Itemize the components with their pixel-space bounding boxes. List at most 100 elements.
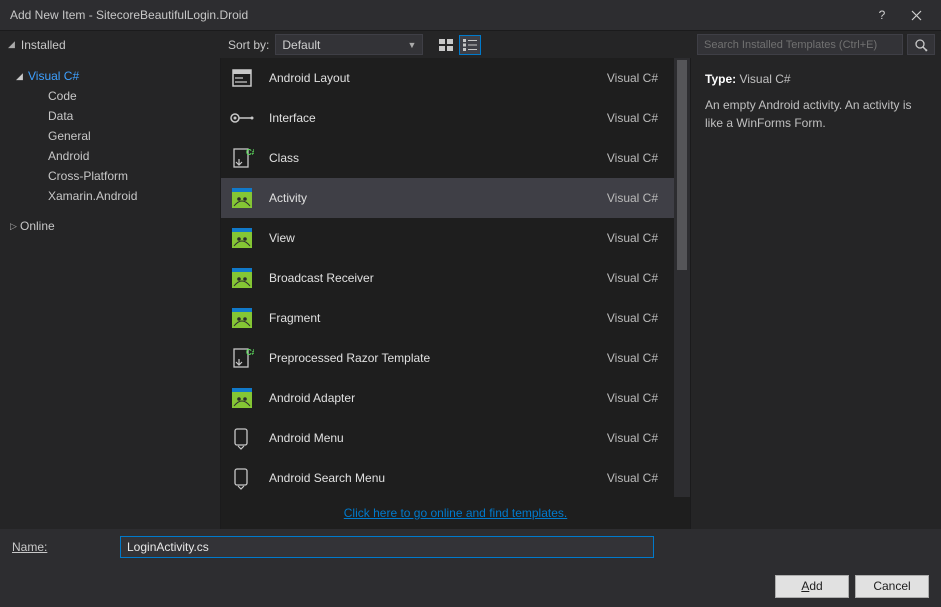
category-tree: ◢ Visual C# Code Data General Android Cr… <box>0 58 220 529</box>
tree-label: Android <box>48 149 89 163</box>
name-row: Name: <box>0 529 941 565</box>
tree-node-data[interactable]: Data <box>0 106 220 126</box>
grid-icon <box>439 39 453 51</box>
category-tab-installed[interactable]: ◢ Installed <box>0 31 220 58</box>
template-language: Visual C# <box>607 191 658 205</box>
view-mode-large-icons[interactable] <box>435 35 457 55</box>
tree-label: Online <box>20 219 55 233</box>
scrollbar-vertical[interactable] <box>674 58 690 497</box>
tree-node-xamarin-android[interactable]: Xamarin.Android <box>0 186 220 206</box>
tree-node-visual-csharp[interactable]: ◢ Visual C# <box>0 66 220 86</box>
type-value: Visual C# <box>739 72 790 86</box>
tree-node-general[interactable]: General <box>0 126 220 146</box>
toolbar: ◢ Installed Sort by: Default ▼ Search In… <box>0 30 941 58</box>
close-button[interactable] <box>899 2 933 28</box>
svg-text:C#: C# <box>246 148 254 157</box>
details-pane: Type: Visual C# An empty Android activit… <box>691 58 941 529</box>
android-icon <box>229 265 255 291</box>
tree-node-android[interactable]: Android <box>0 146 220 166</box>
template-name: Broadcast Receiver <box>269 271 593 285</box>
template-name: Android Adapter <box>269 391 593 405</box>
interface-icon <box>229 105 255 131</box>
details-type: Type: Visual C# <box>705 70 927 88</box>
template-item[interactable]: FragmentVisual C# <box>221 298 674 338</box>
template-language: Visual C# <box>607 231 658 245</box>
scroll-thumb[interactable] <box>677 60 687 270</box>
tree-node-cross-platform[interactable]: Cross-Platform <box>0 166 220 186</box>
search-input[interactable]: Search Installed Templates (Ctrl+E) <box>697 34 903 55</box>
template-name: Android Menu <box>269 431 593 445</box>
close-icon <box>911 10 922 21</box>
tree-label: Xamarin.Android <box>48 189 137 203</box>
android-icon <box>229 185 255 211</box>
toolbar-search: Search Installed Templates (Ctrl+E) <box>691 31 941 58</box>
template-panel: Android Layout Visual C# Interface Visual C… <box>220 58 691 529</box>
template-language: Visual C# <box>607 271 658 285</box>
template-name: Android Layout <box>269 71 593 85</box>
list-icon <box>463 39 477 51</box>
tree-label: Cross-Platform <box>48 169 128 183</box>
template-name: Android Search Menu <box>269 471 593 485</box>
android-icon <box>229 385 255 411</box>
template-item[interactable]: Activity Visual C# <box>221 178 674 218</box>
tree-node-online[interactable]: ▷ Online <box>0 216 220 236</box>
main-area: ◢ Visual C# Code Data General Android Cr… <box>0 58 941 529</box>
details-description: An empty Android activity. An activity i… <box>705 96 927 132</box>
search-button[interactable] <box>907 34 935 55</box>
template-item[interactable]: C# Class Visual C# <box>221 138 674 178</box>
template-language: Visual C# <box>607 111 658 125</box>
tree-node-code[interactable]: Code <box>0 86 220 106</box>
name-label: Name: <box>12 540 112 554</box>
template-item[interactable]: Interface Visual C# <box>221 98 674 138</box>
tree-label: Data <box>48 109 73 123</box>
android-icon <box>229 225 255 251</box>
window-title: Add New Item - SitecoreBeautifulLogin.Dr… <box>10 8 865 22</box>
search-icon <box>914 38 928 52</box>
search-placeholder: Search Installed Templates (Ctrl+E) <box>704 39 877 51</box>
android-icon <box>229 305 255 331</box>
menu-icon <box>229 425 255 451</box>
template-item[interactable]: Android Adapter Visual C# <box>221 378 674 418</box>
find-templates-online-link[interactable]: Click here to go online and find templat… <box>344 506 567 520</box>
tab-label: Installed <box>21 38 66 52</box>
tree-label: Code <box>48 89 77 103</box>
view-mode-details[interactable] <box>459 35 481 55</box>
template-item[interactable]: Broadcast Receiver Visual C# <box>221 258 674 298</box>
title-bar: Add New Item - SitecoreBeautifulLogin.Dr… <box>0 0 941 30</box>
template-language: Visual C# <box>607 391 658 405</box>
sort-by-value: Default <box>282 38 320 52</box>
help-icon: ? <box>879 8 886 22</box>
template-item[interactable]: Android Search Menu Visual C# <box>221 458 674 497</box>
view-mode-group <box>435 35 481 55</box>
sort-by-label: Sort by: <box>228 38 269 52</box>
template-item[interactable]: C#Preprocessed Razor TemplateVisual C# <box>221 338 674 378</box>
type-label: Type: <box>705 72 736 86</box>
tree-label: General <box>48 129 91 143</box>
layout-icon <box>229 65 255 91</box>
template-name: Preprocessed Razor Template <box>269 351 593 365</box>
template-language: Visual C# <box>607 471 658 485</box>
template-item[interactable]: Android Menu Visual C# <box>221 418 674 458</box>
template-name: Class <box>269 151 593 165</box>
template-item[interactable]: Android Layout Visual C# <box>221 58 674 98</box>
template-name: Fragment <box>269 311 593 325</box>
template-language: Visual C# <box>607 71 658 85</box>
cancel-button[interactable]: Cancel <box>855 575 929 598</box>
template-name: View <box>269 231 593 245</box>
template-language: Visual C# <box>607 431 658 445</box>
template-item[interactable]: View Visual C# <box>221 218 674 258</box>
template-name: Interface <box>269 111 593 125</box>
name-input[interactable] <box>120 536 654 558</box>
template-list: Android Layout Visual C# Interface Visual C… <box>221 58 674 497</box>
class-icon: C# <box>229 145 255 171</box>
collapse-icon: ▷ <box>10 221 20 232</box>
template-language: Visual C# <box>607 151 658 165</box>
help-button[interactable]: ? <box>865 2 899 28</box>
template-name: Activity <box>269 191 593 205</box>
expand-icon: ◢ <box>16 71 26 82</box>
sort-by-dropdown[interactable]: Default ▼ <box>275 34 423 55</box>
tree-label: Visual C# <box>28 69 79 83</box>
chevron-down-icon: ▼ <box>407 40 416 50</box>
expand-icon: ◢ <box>8 39 15 50</box>
add-button[interactable]: Add <box>775 575 849 598</box>
